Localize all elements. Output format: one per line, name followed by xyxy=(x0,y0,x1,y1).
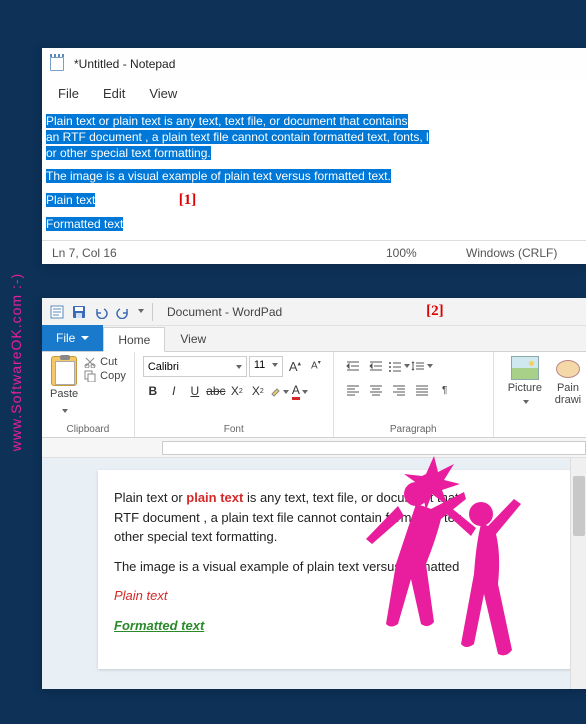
ribbon-group-insert: Picture Pain drawi xyxy=(494,352,586,437)
wordpad-document-area: Plain text or plain text is any text, te… xyxy=(42,458,586,689)
menu-file[interactable]: File xyxy=(58,86,79,101)
notepad-window: *Untitled - Notepad File Edit View Plain… xyxy=(42,48,586,264)
paste-button[interactable]: Paste xyxy=(50,356,78,420)
doc-paragraph: Plain text xyxy=(114,586,572,606)
decrease-indent-button[interactable] xyxy=(342,356,364,376)
superscript-button[interactable]: X2 xyxy=(248,381,268,401)
text-line: Plain text or plain text is any text, te… xyxy=(46,114,408,128)
cut-icon xyxy=(84,356,96,368)
underline-button[interactable]: U xyxy=(185,381,205,401)
picture-icon xyxy=(511,356,539,380)
paint-icon xyxy=(554,356,582,380)
notepad-app-icon xyxy=(50,55,66,73)
copy-button[interactable]: Copy xyxy=(84,370,126,382)
doc-paragraph: Formatted text xyxy=(114,616,572,636)
text-line: Plain text xyxy=(46,193,95,207)
strike-button[interactable]: abc xyxy=(206,381,226,401)
shrink-font-button[interactable]: A▾ xyxy=(307,356,325,377)
notepad-titlebar[interactable]: *Untitled - Notepad xyxy=(42,48,586,80)
text-line: Formatted text xyxy=(46,217,123,231)
tab-file[interactable]: File xyxy=(42,325,103,351)
highlight-button[interactable] xyxy=(269,381,289,401)
chevron-down-icon xyxy=(234,361,242,373)
tab-view[interactable]: View xyxy=(165,326,221,351)
wordpad-tabs: File Home View xyxy=(42,326,586,352)
scrollbar-vertical[interactable] xyxy=(570,458,586,689)
insert-picture-button[interactable]: Picture xyxy=(502,356,548,408)
align-right-button[interactable] xyxy=(388,380,410,400)
paste-icon xyxy=(51,356,77,386)
italic-button[interactable]: I xyxy=(164,381,184,401)
annotation-2: [2] xyxy=(426,303,444,320)
scrollbar-thumb[interactable] xyxy=(573,476,585,536)
subscript-button[interactable]: X2 xyxy=(227,381,247,401)
group-label-clipboard: Clipboard xyxy=(50,422,126,435)
font-size-select[interactable]: 11 xyxy=(249,356,283,377)
wordpad-app-icon xyxy=(48,303,66,321)
menu-edit[interactable]: Edit xyxy=(103,86,125,101)
font-name-select[interactable]: Calibri xyxy=(143,356,247,377)
increase-indent-button[interactable] xyxy=(365,356,387,376)
copy-icon xyxy=(84,370,96,382)
wordpad-page[interactable]: Plain text or plain text is any text, te… xyxy=(98,470,586,669)
ribbon-group-paragraph: ¶ Paragraph xyxy=(334,352,494,437)
wordpad-window: Document - WordPad [2] File Home View Pa… xyxy=(42,298,586,689)
ribbon-group-clipboard: Paste Cut Copy Clipboard xyxy=(42,352,135,437)
grow-font-button[interactable]: A▴ xyxy=(285,356,305,377)
wordpad-ribbon: Paste Cut Copy Clipboard Calibri 11 A▴ A… xyxy=(42,352,586,438)
ribbon-group-font: Calibri 11 A▴ A▾ B I U abc X2 X2 A Font xyxy=(135,352,334,437)
wordpad-ruler[interactable] xyxy=(42,438,586,458)
align-left-button[interactable] xyxy=(342,380,364,400)
notepad-text-area[interactable]: Plain text or plain text is any text, te… xyxy=(42,109,586,240)
tab-home[interactable]: Home xyxy=(103,327,165,352)
chevron-down-icon xyxy=(521,396,529,408)
cut-button[interactable]: Cut xyxy=(84,356,126,368)
group-label-font: Font xyxy=(143,422,325,435)
notepad-title: *Untitled - Notepad xyxy=(74,57,175,71)
font-color-button[interactable]: A xyxy=(290,381,310,401)
text-line: an RTF document , a plain text file cann… xyxy=(46,130,429,144)
paragraph-mark-button[interactable]: ¶ xyxy=(434,380,456,400)
group-label-paragraph: Paragraph xyxy=(342,422,485,435)
qat-dropdown-icon[interactable] xyxy=(136,303,144,321)
bold-button[interactable]: B xyxy=(143,381,163,401)
wordpad-quick-access: Document - WordPad [2] xyxy=(42,298,586,326)
notepad-menubar: File Edit View xyxy=(42,80,586,109)
text-line: The image is a visual example of plain t… xyxy=(46,169,391,183)
redo-icon[interactable] xyxy=(114,303,132,321)
line-spacing-button[interactable] xyxy=(411,356,433,376)
text-line: or other special text formatting. xyxy=(46,146,211,160)
justify-button[interactable] xyxy=(411,380,433,400)
wordpad-title: Document - WordPad xyxy=(167,305,282,319)
status-position: Ln 7, Col 16 xyxy=(42,246,202,260)
annotation-1: [1] xyxy=(179,192,197,208)
doc-paragraph: The image is a visual example of plain t… xyxy=(114,557,572,577)
status-zoom: 100% xyxy=(376,246,456,260)
menu-view[interactable]: View xyxy=(149,86,177,101)
watermark-text: www.SoftwareOK.com :-) xyxy=(8,273,24,451)
save-icon[interactable] xyxy=(70,303,88,321)
insert-paint-button[interactable]: Pain drawi xyxy=(548,356,586,408)
doc-paragraph: Plain text or plain text is any text, te… xyxy=(114,488,572,547)
notepad-statusbar: Ln 7, Col 16 100% Windows (CRLF) xyxy=(42,240,586,264)
chevron-down-icon xyxy=(270,359,278,374)
status-eol: Windows (CRLF) xyxy=(456,246,586,260)
bullets-button[interactable] xyxy=(388,356,410,376)
undo-icon[interactable] xyxy=(92,303,110,321)
align-center-button[interactable] xyxy=(365,380,387,400)
chevron-down-icon xyxy=(60,402,68,420)
